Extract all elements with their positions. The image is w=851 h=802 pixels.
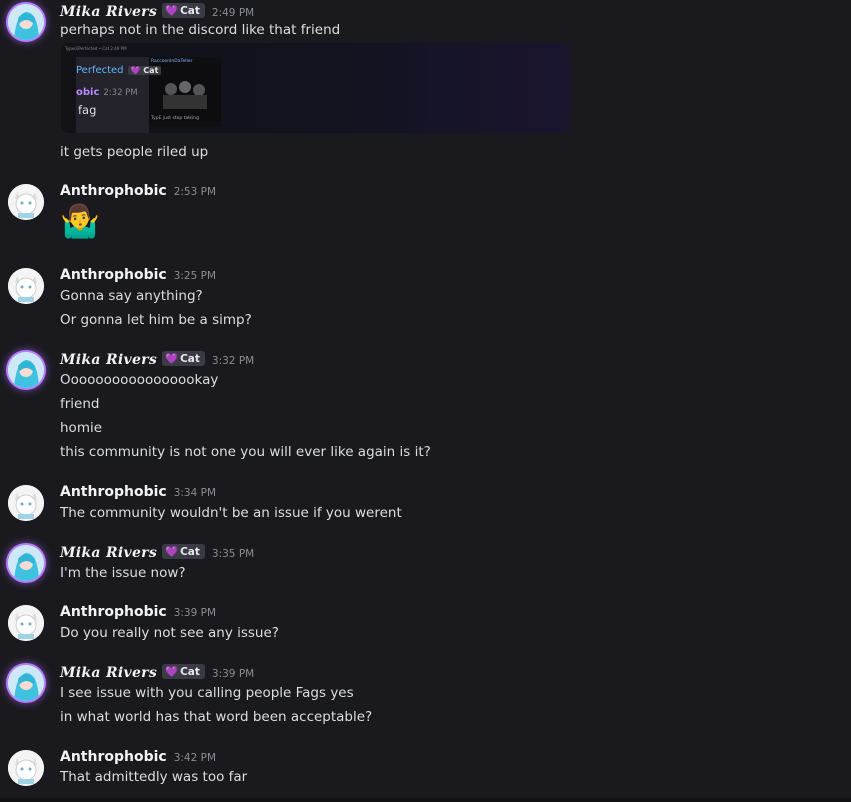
- avatar[interactable]: [8, 184, 44, 220]
- attachment-author: obic 2:32 PM: [76, 87, 138, 98]
- attachment-right-name: RaccoonInDaTeller: [151, 59, 193, 64]
- timestamp: 3:34 PM: [173, 487, 217, 499]
- message-text: The community wouldn't be an issue if yo…: [60, 505, 402, 521]
- author-name[interactable]: Anthrophobic: [60, 749, 167, 765]
- message-text: friend: [60, 396, 100, 412]
- heart-icon: 💜: [165, 546, 179, 558]
- timestamp: 2:49 PM: [211, 7, 255, 19]
- attachment-text: fag: [78, 103, 97, 117]
- author-name[interactable]: Anthrophobic: [60, 183, 167, 199]
- author-name[interactable]: Anthrophobic: [60, 604, 167, 620]
- message-text: Ooooooooooooooookay: [60, 372, 219, 388]
- attachment-header-text: Type(i)Perfected • Cat 2:49 PM: [65, 46, 127, 51]
- message-text: That admittedly was too far: [60, 769, 248, 785]
- timestamp: 3:39 PM: [173, 607, 217, 619]
- timestamp: 3:39 PM: [211, 668, 255, 680]
- attachment-caption: TypE just stop talking: [151, 116, 199, 121]
- heart-icon: 💜: [165, 5, 179, 17]
- message-text: this community is not one you will ever …: [60, 444, 431, 460]
- image-attachment[interactable]: Type(i)Perfected • Cat 2:49 PM Perfected…: [61, 43, 570, 133]
- role-badge[interactable]: 💜 Cat: [162, 351, 205, 366]
- author-name[interactable]: Mika Rivers: [60, 545, 157, 561]
- timestamp: 3:25 PM: [173, 270, 217, 282]
- message-text: it gets people riled up: [60, 144, 209, 160]
- message-text: homie: [60, 420, 103, 436]
- role-badge[interactable]: 💜 Cat: [162, 544, 205, 559]
- timestamp: 3:42 PM: [173, 752, 217, 764]
- avatar[interactable]: [8, 485, 44, 521]
- heart-icon: 💜: [165, 353, 179, 365]
- timestamp: 2:53 PM: [173, 186, 217, 198]
- author-name[interactable]: Anthrophobic: [60, 484, 167, 500]
- author-name[interactable]: Anthrophobic: [60, 267, 167, 283]
- role-badge[interactable]: 💜 Cat: [162, 664, 205, 679]
- bottom-edge: [0, 798, 851, 802]
- message-text: Do you really not see any issue?: [60, 625, 279, 641]
- author-name[interactable]: Mika Rivers: [60, 4, 157, 20]
- shrug-emoji-icon: 🤷‍♂️: [60, 202, 100, 240]
- heart-icon: 💜: [165, 666, 179, 678]
- avatar[interactable]: [8, 4, 44, 40]
- role-badge[interactable]: 💜 Cat: [162, 3, 205, 18]
- message-text: Or gonna let him be a simp?: [60, 312, 252, 328]
- message-text: Gonna say anything?: [60, 288, 203, 304]
- avatar[interactable]: [8, 665, 44, 701]
- author-name[interactable]: Mika Rivers: [60, 352, 157, 368]
- avatar[interactable]: [8, 352, 44, 388]
- timestamp: 3:35 PM: [211, 548, 255, 560]
- message-text: I'm the issue now?: [60, 565, 186, 581]
- avatar[interactable]: [8, 605, 44, 641]
- message-text: in what world has that word been accepta…: [60, 709, 373, 725]
- message-text: I see issue with you calling people Fags…: [60, 685, 354, 701]
- attachment-username: Perfected 💜 Cat: [76, 65, 162, 76]
- avatar[interactable]: [8, 268, 44, 304]
- author-name[interactable]: Mika Rivers: [60, 665, 157, 681]
- message-text: perhaps not in the discord like that fri…: [60, 22, 341, 38]
- timestamp: 3:32 PM: [211, 355, 255, 367]
- avatar[interactable]: [8, 750, 44, 786]
- avatar[interactable]: [8, 545, 44, 581]
